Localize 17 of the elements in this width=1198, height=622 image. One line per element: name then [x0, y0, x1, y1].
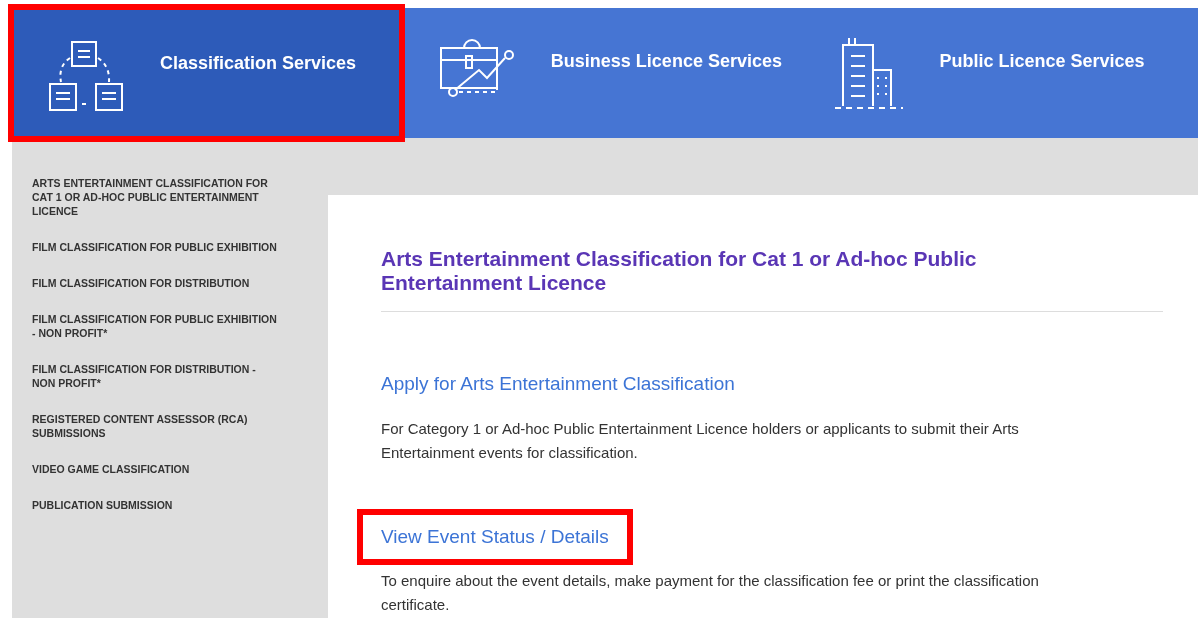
sidebar-link[interactable]: VIDEO GAME CLASSIFICATION [32, 462, 282, 476]
section-link[interactable]: View Event Status / Details [381, 525, 609, 547]
sidebar-link[interactable]: FILM CLASSIFICATION FOR PUBLIC EXHIBITION [32, 240, 282, 254]
flowchart-icon [48, 40, 124, 112]
building-icon [835, 38, 904, 110]
section-description: For Category 1 or Ad-hoc Public Entertainment Licence holders or applicants to submit their Arts Entertainment events for classification. [381, 418, 1020, 463]
sidebar-link[interactable]: FILM CLASSIFICATION FOR DISTRIBUTION - NON PROFIT* [32, 362, 282, 390]
section-description: To enquire about the event details, make payment for the classification fee or print the classification certificate. [381, 571, 1040, 615]
sidebar-link[interactable]: PUBLICATION SUBMISSION [32, 498, 282, 512]
sidebar-link[interactable]: ARTS ENTERTAINMENT CLASSIFICATION FOR CAT 1 OR AD-HOC PUBLIC ENTERTAINMENT LICENCE [32, 176, 282, 218]
section-link[interactable]: Apply for Arts Entertainment Classification [381, 373, 735, 394]
service-tab[interactable]: Classification Services [8, 4, 405, 142]
sidebar-link[interactable]: REGISTERED CONTENT ASSESSOR (RCA) SUBMISSIONS [32, 412, 282, 440]
sidebar-link[interactable]: FILM CLASSIFICATION FOR DISTRIBUTION [32, 276, 282, 290]
page-title: Arts Entertainment Classification for Cat 1 or Ad-hoc Public Entertainment Licence [381, 247, 978, 295]
briefcase-chart-icon [438, 38, 515, 100]
sidebar-link[interactable]: FILM CLASSIFICATION FOR PUBLIC EXHIBITION - NON PROFIT* [32, 312, 282, 340]
